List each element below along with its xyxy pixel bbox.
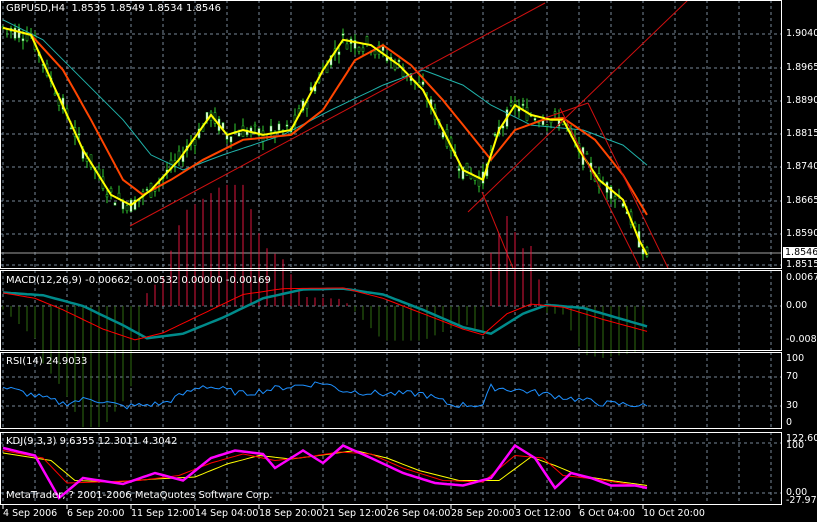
kdj-label: KDJ(9,3,3) 9.6355 12.3011 4.3042 [6,436,178,447]
price-tick: 1.8965 [786,62,817,73]
rsi-label: RSI(14) 24.9033 [6,356,88,367]
trendline [559,107,641,269]
price-tick: 1.8590 [786,228,817,239]
time-tick: 3 Oct 12:00 [515,508,571,519]
time-tick: 10 Oct 20:00 [643,508,705,519]
rsi-tick: 30 [786,400,799,411]
candle-body [493,133,497,136]
candle-body [397,59,401,62]
kdj-tick: -27.975 [786,495,817,506]
time-tick: 18 Sep 20:00 [259,508,323,519]
pane-border [0,352,782,429]
candle-body [53,93,57,96]
time-tick: 28 Sep 20:00 [451,508,515,519]
candle-body [25,34,29,41]
symbol-header: GBPUSD,H4 1.8535 1.8549 1.8534 1.8546 [6,3,221,14]
candle-body [261,130,265,142]
candle-body [345,43,349,50]
macd-label: MACD(12,26,9) -0.00662 -0.00532 0.00000 … [6,275,271,286]
candle-body [337,51,341,55]
candle-body [77,133,81,136]
candle-body [13,27,17,39]
price-tick: 1.8890 [786,95,817,106]
candle-body [285,124,289,127]
open-price: 1.8535 [71,3,107,14]
candle-body [109,188,113,193]
trendline [481,191,514,269]
fast-ma-line [2,26,648,256]
macd-tick: -0.0087 [786,334,817,345]
kdj-tick: 100 [786,440,805,451]
candle-body [305,102,309,109]
rsi-tick: 100 [786,353,805,364]
high-price: 1.8549 [109,3,145,14]
candle-body [421,81,425,85]
rsi-line [2,381,648,410]
macd-tick: 0.00 [786,300,808,311]
candle-body [237,132,241,137]
candle-body [17,28,21,39]
time-tick: 11 Sep 12:00 [131,508,195,519]
candle-body [373,50,377,56]
candle-body [541,120,545,126]
candle-body [509,102,513,106]
candle-body [105,194,109,198]
candle-body [553,111,557,114]
candle-body [113,202,117,206]
candle-body [521,103,525,106]
time-tick: 6 Sep 20:00 [67,508,125,519]
candle-body [537,122,541,125]
candle-body [341,33,345,36]
time-tick: 4 Sep 2006 [3,508,58,519]
chart-window[interactable]: GBPUSD,H4 1.8535 1.8549 1.8534 1.8546 1.… [0,0,817,522]
price-tick: 1.8815 [786,128,817,139]
candle-body [229,136,233,143]
candle-body [277,123,281,131]
candle-body [613,196,617,201]
low-price: 1.8534 [147,3,183,14]
candle-body [253,124,257,127]
candle-body [381,46,385,51]
price-tick: 1.8740 [786,161,817,172]
rsi-tick: 0 [786,417,793,428]
candle-body [69,127,73,130]
close-price: 1.8546 [186,3,221,14]
time-tick: 21 Sep 12:00 [323,508,387,519]
slow-ma-line [2,19,648,171]
time-tick: 14 Sep 04:00 [195,508,259,519]
price-tick: 1.8665 [786,195,817,206]
candle-body [357,47,361,52]
time-tick: 26 Sep 04:00 [387,508,451,519]
candle-body [465,162,469,176]
rsi-tick: 70 [786,371,799,382]
trendline [544,102,589,119]
candle-body [145,188,149,191]
current-price-marker: 1.8546 [783,247,817,258]
copyright-text: MetaTrader, ? 2001-2006 MetaQuotes Softw… [6,490,273,501]
candle-body [365,36,369,45]
candle-body [269,125,273,132]
price-tick: 1.8515 [786,259,817,270]
candle-body [241,125,245,137]
candle-body [21,38,25,42]
candle-body [361,47,365,52]
candle-body [193,139,197,146]
symbol-label: GBPUSD,H4 [6,3,66,14]
macd-tick: 0.00675 [786,272,817,283]
candle-body [457,168,461,171]
candle-body [585,153,589,155]
time-tick: 6 Oct 04:00 [579,508,635,519]
candle-body [125,205,129,212]
candle-body [533,118,537,121]
price-tick: 1.9040 [786,28,817,39]
macd-signal-line [2,287,648,340]
